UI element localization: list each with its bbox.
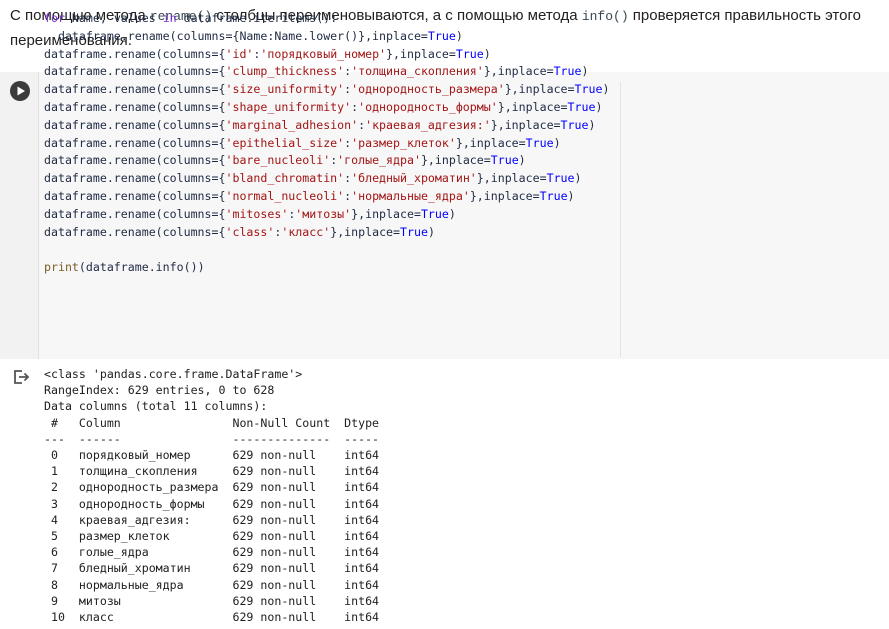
code-line: for Name, values in dataframe.iteritems(…: [44, 11, 338, 25]
output-line: 6 голые_ядра 629 non-null int64: [44, 545, 380, 560]
code-line: dataframe.rename(columns={'id':'порядков…: [44, 46, 491, 61]
output-line: 1 толщина_скопления 629 non-null int64: [44, 464, 380, 479]
code-line: dataframe.rename(columns={'marginal_adhe…: [44, 117, 596, 132]
code-line: dataframe.rename(columns={'epithelial_si…: [44, 135, 561, 150]
code-line: dataframe.rename(columns={'size_uniformi…: [44, 82, 610, 97]
output-line: 7 бледный_хроматин 629 non-null int64: [44, 561, 380, 576]
output-line: <class 'pandas.core.frame.DataFrame'>: [44, 367, 303, 381]
output-line: --- ------ -------------- -----: [44, 431, 380, 446]
output-line: 10 класс 629 non-null int64: [44, 610, 380, 625]
output-line: # Column Non-Null Count Dtype: [44, 415, 380, 430]
code-line: dataframe.rename(columns={'class':'класс…: [44, 224, 435, 239]
output-line: 8 нормальные_ядра 629 non-null int64: [44, 577, 380, 592]
code-line: dataframe.rename(columns={'bland_chromat…: [44, 171, 582, 186]
cell-gutter: [0, 72, 38, 359]
run-cell-button[interactable]: [10, 81, 30, 101]
output-line: RangeIndex: 629 entries, 0 to 628: [44, 383, 275, 398]
code-text[interactable]: for Name, values in dataframe.iteritems(…: [44, 10, 609, 277]
output-line: 0 порядковый_номер 629 non-null int64: [44, 448, 380, 463]
code-line: dataframe.rename(columns={'clump_thickne…: [44, 64, 589, 79]
code-line: dataframe.rename(columns={'bare_nucleoli…: [44, 153, 526, 168]
code-line: dataframe.rename(columns={'shape_uniform…: [44, 99, 603, 114]
output-redirect-icon: [14, 370, 30, 384]
output-line: Data columns (total 11 columns):: [44, 399, 268, 414]
play-icon: [17, 86, 25, 96]
editor-ruler: [620, 82, 621, 357]
code-line: print(dataframe.info()): [44, 260, 205, 275]
output-line: 9 митозы 629 non-null int64: [44, 593, 380, 608]
output-line: 5 размер_клеток 629 non-null int64: [44, 529, 380, 544]
output-line: 4 краевая_адгезия: 629 non-null int64: [44, 512, 380, 527]
code-line: dataframe.rename(columns={'mitoses':'мит…: [44, 206, 456, 221]
output-line: 3 однородность_формы 629 non-null int64: [44, 496, 380, 511]
code-line: dataframe.rename(columns={Name:Name.lowe…: [44, 28, 463, 43]
output-line: 2 однородность_размера 629 non-null int6…: [44, 480, 380, 495]
code-line: dataframe.rename(columns={'normal_nucleo…: [44, 188, 575, 203]
output-text: <class 'pandas.core.frame.DataFrame'> Ra…: [44, 366, 379, 625]
